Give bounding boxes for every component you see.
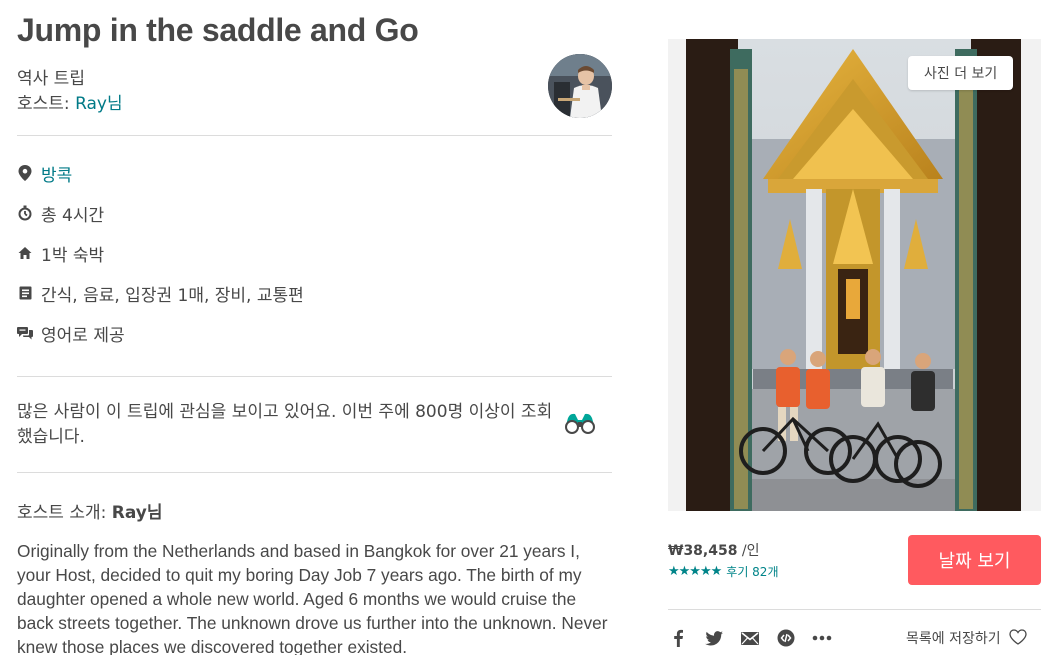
host-heading-prefix: 호스트 소개: [17,503,112,523]
fact-location: 방콕 [17,161,72,186]
star-rating-icon: ★★★★★ [668,564,722,579]
home-icon [17,245,33,261]
chat-icon [17,325,33,341]
more-photos-button[interactable]: 사진 더 보기 [908,56,1014,90]
host-prefix: 호스트: [17,94,76,114]
price-unit: /인 [737,543,760,559]
binoculars-icon [563,410,597,436]
fact-included: 간식, 음료, 입장권 1매, 장비, 교통편 [17,281,304,306]
rating-summary[interactable]: ★★★★★ 후기 82개 [668,563,779,580]
facebook-icon[interactable] [668,628,688,648]
embed-icon[interactable] [776,628,796,648]
save-to-list-button[interactable]: 목록에 저장하기 [906,628,1027,648]
price-amount: ₩38,458 [668,543,738,559]
host-bio: Originally from the Netherlands and base… [17,541,608,655]
experience-photo[interactable] [668,39,1041,511]
location-link[interactable]: 방콕 [41,161,72,186]
email-icon[interactable] [740,628,760,648]
divider [17,472,612,473]
save-label: 목록에 저장하기 [906,631,1001,647]
fact-lodging: 1박 숙박 [17,241,105,266]
see-dates-button[interactable]: 날짜 보기 [908,535,1041,585]
price: ₩38,458 /인 [668,540,760,560]
clock-icon [17,205,33,221]
review-count[interactable]: 후기 82개 [726,563,778,580]
map-pin-icon [17,165,33,181]
page-title: Jump in the saddle and Go [17,12,419,48]
divider [17,376,612,377]
host-heading-name: Ray님 [111,503,163,523]
host-avatar[interactable] [548,54,612,118]
heart-icon [1008,629,1027,647]
duration-text: 총 4시간 [41,205,105,226]
fact-language: 영어로 제공 [17,321,125,346]
more-icon[interactable] [812,628,832,648]
twitter-icon[interactable] [704,628,724,648]
fact-duration: 총 4시간 [17,201,105,226]
host-line: 호스트: Ray님 [17,89,123,114]
language-text: 영어로 제공 [41,325,125,346]
lodging-text: 1박 숙박 [41,245,105,266]
popularity-notice: 많은 사람이 이 트립에 관심을 보이고 있어요. 이번 주에 800명 이상이… [17,402,553,447]
share-bar [668,628,848,648]
divider [17,135,612,136]
trip-category: 역사 트립 [17,69,85,89]
host-section-heading: 호스트 소개: Ray님 [17,498,163,523]
host-name-link[interactable]: Ray님 [75,94,123,114]
receipt-icon [17,285,33,301]
included-text: 간식, 음료, 입장권 1매, 장비, 교통편 [41,285,304,306]
divider [668,609,1041,610]
